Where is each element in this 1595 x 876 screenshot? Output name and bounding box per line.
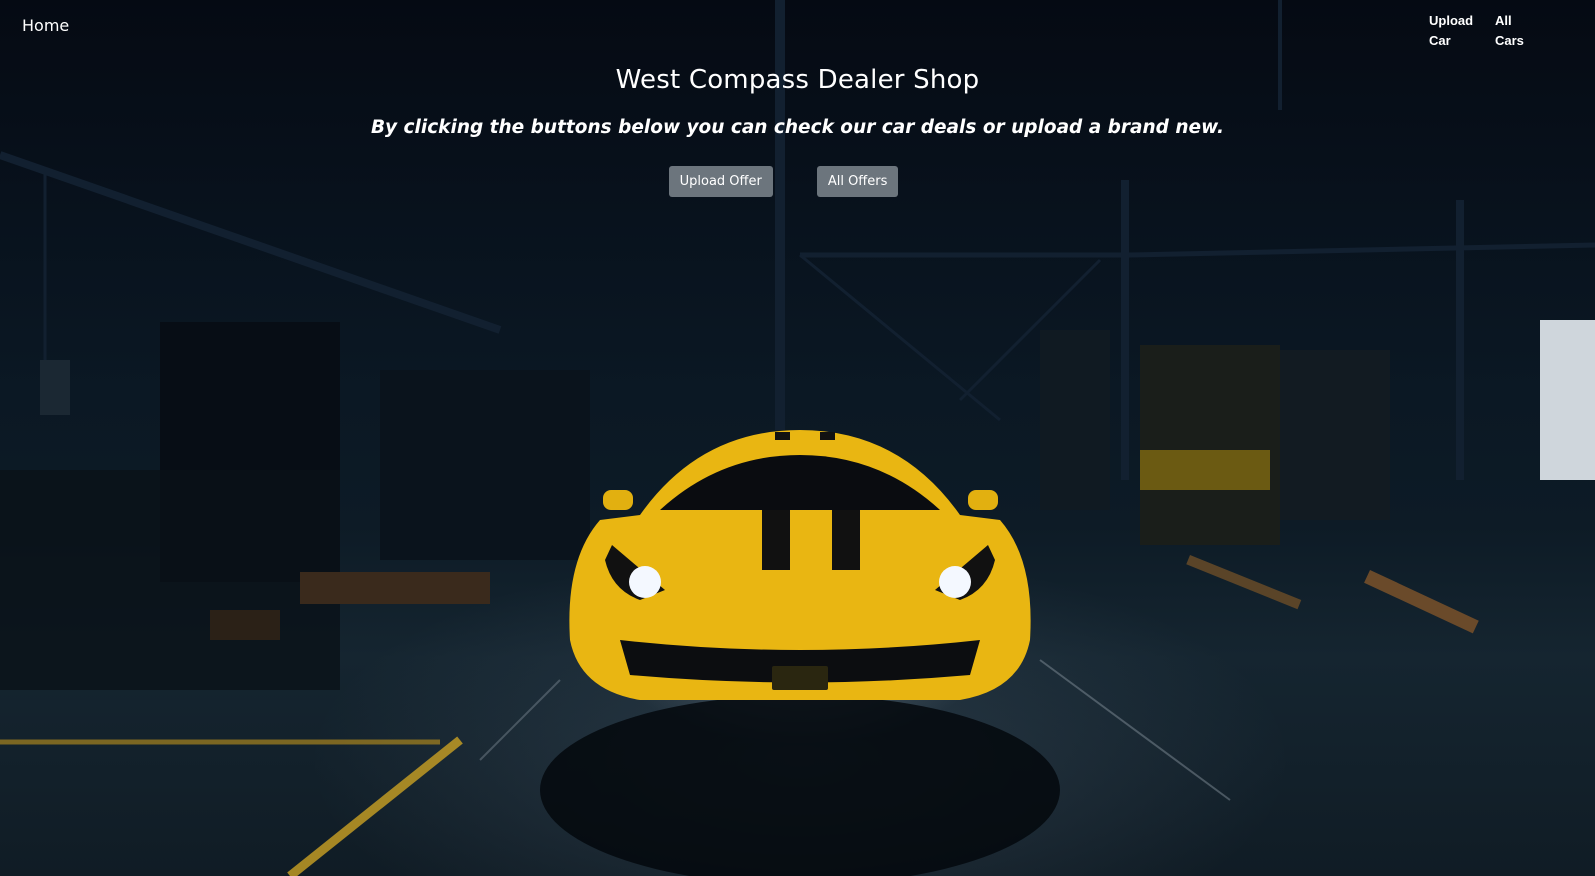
car-image: [569, 430, 1031, 700]
car-shadow: [540, 695, 1060, 876]
nav-links: Upload Car All Cars: [1429, 11, 1525, 51]
upload-offer-button[interactable]: Upload Offer: [668, 166, 773, 197]
nav-upload-car-link[interactable]: Upload Car: [1429, 11, 1475, 51]
hero-subtitle: By clicking the buttons below you can ch…: [370, 117, 1225, 138]
page: Home Upload Car All Cars West Compass De…: [0, 0, 1595, 876]
nav-home-link[interactable]: Home: [22, 16, 69, 35]
page-title: West Compass Dealer Shop: [615, 65, 980, 95]
all-offers-button[interactable]: All Offers: [816, 166, 899, 197]
hero-buttons: Upload Offer All Offers: [0, 166, 1595, 197]
nav-all-cars-link[interactable]: All Cars: [1495, 11, 1525, 51]
headlight-right: [939, 566, 971, 598]
hero-section: West Compass Dealer Shop By clicking the…: [0, 58, 1595, 197]
headlight-left: [629, 566, 661, 598]
